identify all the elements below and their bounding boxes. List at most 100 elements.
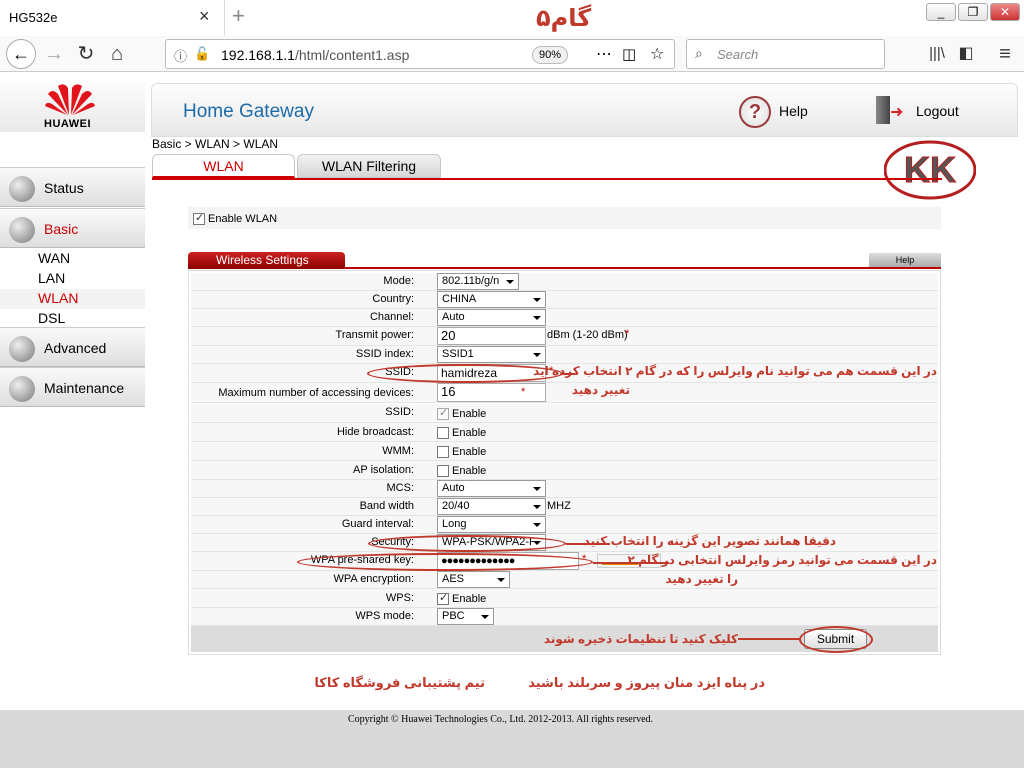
wmm-checkbox[interactable]: Enable <box>437 444 486 458</box>
submit-highlight-oval <box>799 626 873 653</box>
library-icon[interactable]: |||\ <box>924 42 950 66</box>
sidebar-item-label: Advanced <box>44 340 107 356</box>
required-mark: * <box>521 386 526 398</box>
sidebar-sub-lan[interactable]: LAN <box>38 270 65 286</box>
form-row-max-devices: Maximum number of accessing devices: 16 … <box>191 383 938 403</box>
field-label: SSID index: <box>355 348 414 360</box>
menu-icon[interactable]: ≡ <box>992 42 1018 66</box>
bookmark-star-icon[interactable]: ☆ <box>650 44 664 64</box>
field-label: Guard interval: <box>341 518 414 530</box>
sidebar-sub-dsl[interactable]: DSL <box>38 310 65 326</box>
window-close-button[interactable]: ✕ <box>990 3 1020 21</box>
pocket-icon[interactable]: ◫ <box>622 45 636 63</box>
ssid-index-select[interactable]: SSID1 <box>437 346 546 363</box>
insecure-lock-icon[interactable]: 🔓 <box>194 46 210 62</box>
enable-wlan-checkbox[interactable] <box>193 211 208 225</box>
logout-door-icon[interactable] <box>876 96 890 124</box>
back-arrow-icon[interactable]: ← <box>6 39 36 69</box>
url-bar[interactable]: ⓘ 🔓 192.168.1.1/html/content1.asp 90% ⋯ … <box>165 39 675 69</box>
status-icon <box>9 176 35 202</box>
psk-highlight-oval <box>297 553 593 571</box>
enable-wlan-label: Enable WLAN <box>208 213 278 225</box>
more-actions-icon[interactable]: ⋯ <box>596 44 612 64</box>
field-label: WMM: <box>382 445 414 457</box>
forward-arrow-icon[interactable]: → <box>41 42 67 66</box>
wps-checkbox[interactable]: Enable <box>437 591 486 605</box>
hide-broadcast-checkbox[interactable]: Enable <box>437 425 486 439</box>
advanced-icon <box>9 336 35 362</box>
maximize-button[interactable]: ❐ <box>958 3 988 21</box>
sidebar-toggle-icon[interactable]: ◧ <box>953 42 979 66</box>
close-tab-icon[interactable]: × <box>199 6 210 27</box>
home-icon[interactable]: ⌂ <box>104 42 130 66</box>
ssid-enable-checkbox[interactable]: Enable <box>437 406 486 420</box>
channel-select[interactable]: Auto <box>437 309 546 326</box>
transmit-power-input[interactable]: 20 <box>437 327 546 345</box>
form-row-wps-mode: WPS mode: PBC <box>191 608 938 626</box>
sidebar-item-basic[interactable]: Basic <box>0 208 145 248</box>
wrench-icon <box>9 376 35 402</box>
gear-icon <box>9 217 35 243</box>
url-text[interactable]: 192.168.1.1/html/content1.asp <box>221 47 409 63</box>
country-select[interactable]: CHINA <box>437 291 546 308</box>
breadcrumb: Basic > WLAN > WLAN <box>152 137 279 151</box>
ssid-note-2: تغییر دهید <box>571 383 630 397</box>
sidebar-sub-wlan[interactable]: WLAN <box>38 290 78 306</box>
logout-arrow-icon[interactable]: ➜ <box>890 102 903 122</box>
sidebar-sub-wan[interactable]: WAN <box>38 250 70 266</box>
help-icon[interactable]: ? <box>739 96 771 128</box>
field-label: SSID: <box>385 406 414 418</box>
max-devices-input[interactable]: 16 <box>437 383 546 402</box>
zoom-badge[interactable]: 90% <box>532 46 568 64</box>
wps-mode-select[interactable]: PBC <box>437 608 494 625</box>
sidebar-item-label: Status <box>44 180 84 196</box>
transmit-power-unit: dBm (1-20 dBm) <box>547 329 628 341</box>
required-mark: * <box>625 328 630 340</box>
band-width-unit: MHZ <box>547 500 571 512</box>
info-icon[interactable]: ⓘ <box>174 46 187 65</box>
page-title: Home Gateway <box>183 101 314 122</box>
form-row-hide-broadcast: Hide broadcast: Enable <box>191 423 938 442</box>
svg-text:KK: KK <box>904 149 956 190</box>
huawei-petals-icon <box>45 84 95 115</box>
sidebar-item-status[interactable]: Status <box>0 167 145 207</box>
sidebar-item-advanced[interactable]: Advanced <box>0 327 145 367</box>
logout-link[interactable]: Logout <box>916 103 959 119</box>
psk-note-2: را تغییر دهید <box>665 572 738 586</box>
tab-wlan-filtering[interactable]: WLAN Filtering <box>297 154 441 178</box>
tab-wlan[interactable]: WLAN <box>152 154 295 178</box>
bottom-note-left: تیم پشتیبانی فروشگاه کاکا <box>314 675 485 690</box>
reload-icon[interactable]: ↻ <box>73 42 99 66</box>
form-row-wpa-encryption: WPA encryption: AES <box>191 571 938 589</box>
form-row-transmit-power: Transmit power: 20 dBm (1-20 dBm) * <box>191 327 938 346</box>
field-label: WPA encryption: <box>333 573 415 585</box>
submit-note: کلیک کنید تا تنظیمات ذخیره شوند <box>543 632 738 646</box>
field-label: Mode: <box>383 275 414 287</box>
security-highlight-oval <box>368 535 566 552</box>
mcs-select[interactable]: Auto <box>437 480 546 497</box>
wpa-encryption-select[interactable]: AES <box>437 571 510 588</box>
sidebar-item-label: Maintenance <box>44 380 125 396</box>
kaka-logo: KK <box>884 140 976 200</box>
submit-note-line <box>738 638 799 640</box>
browser-tab[interactable]: HG532e × <box>0 0 225 36</box>
band-width-select[interactable]: 20/40 <box>437 498 546 515</box>
minimize-button[interactable]: _ <box>926 3 956 21</box>
field-label: Band width <box>359 500 414 512</box>
search-input[interactable]: ⌕ Search <box>686 39 885 69</box>
field-label: Hide broadcast: <box>336 426 414 438</box>
mode-select[interactable]: 802.11b/g/n <box>437 273 519 290</box>
huawei-logo: HUAWEI <box>0 80 145 132</box>
sidebar-item-label: Basic <box>44 221 79 237</box>
wireless-settings-title: Wireless Settings <box>188 252 345 269</box>
form-row-wmm: WMM: Enable <box>191 442 938 461</box>
field-label: WPS mode: <box>355 610 414 622</box>
guard-interval-select[interactable]: Long <box>437 516 546 533</box>
search-placeholder: Search <box>717 47 759 62</box>
ap-isolation-checkbox[interactable]: Enable <box>437 463 486 477</box>
new-tab-icon[interactable]: + <box>232 3 245 29</box>
sidebar-item-maintenance[interactable]: Maintenance <box>0 367 145 407</box>
help-link[interactable]: Help <box>779 103 808 119</box>
wireless-help-button[interactable]: Help <box>869 253 941 267</box>
browser-nav-bar: ← → ↻ ⌂ ⓘ 🔓 192.168.1.1/html/content1.as… <box>0 36 1024 72</box>
